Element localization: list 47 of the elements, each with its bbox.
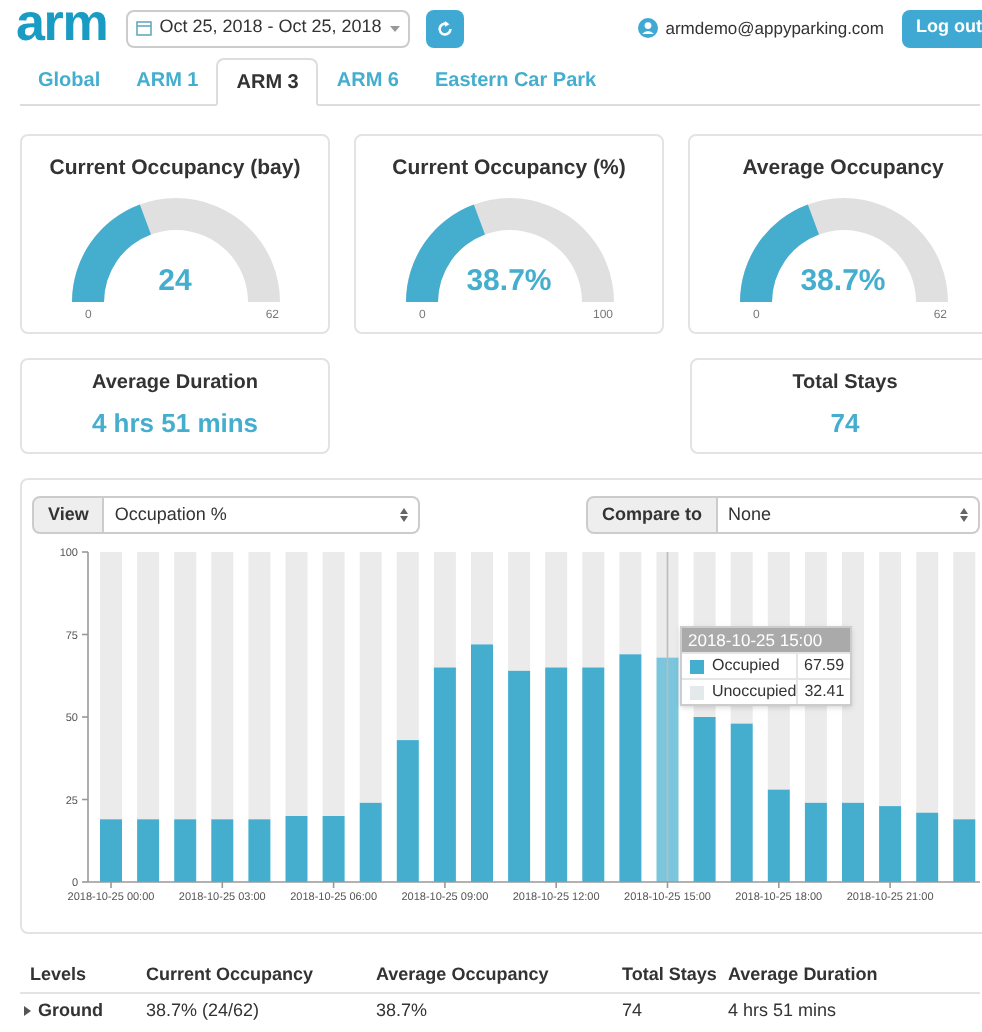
tooltip-title: 2018-10-25 15:00	[682, 628, 850, 652]
table-cell: Ground	[38, 1000, 103, 1022]
calendar-icon	[135, 20, 152, 36]
caret-right-icon[interactable]	[24, 1006, 32, 1016]
caret-icon	[389, 25, 400, 31]
tab[interactable]: ARM 1	[118, 58, 217, 104]
compare-label: Compare to	[585, 496, 718, 534]
gauge-value: 24	[156, 261, 194, 302]
select-arrows-icon	[960, 508, 968, 522]
refresh-icon	[435, 19, 454, 37]
logout-button[interactable]: Log out	[902, 9, 982, 47]
column-header: Average Duration	[728, 964, 880, 986]
compare-select[interactable]: None	[718, 496, 980, 534]
tooltip-value: 67.59	[796, 654, 850, 678]
tab[interactable]: ARM 3	[216, 58, 319, 106]
column-header: Levels	[28, 964, 89, 986]
tooltip-label: Unoccupied	[711, 680, 797, 704]
tab[interactable]: Global	[20, 58, 119, 104]
card-title: Average Duration	[92, 370, 258, 399]
card-title: Average Occupancy	[742, 154, 944, 184]
card-title: Current Occupancy (%)	[392, 154, 626, 184]
refresh-button[interactable]	[425, 9, 464, 47]
column-header: Current Occupancy	[146, 964, 316, 986]
user-icon	[637, 18, 658, 38]
gauge-value: 38.7%	[798, 261, 888, 302]
column-header: Average Occupancy	[376, 964, 551, 986]
tab[interactable]: Eastern Car Park	[417, 58, 615, 104]
tooltip-value: 32.41	[796, 680, 850, 704]
date-range-picker[interactable]: Oct 25, 2018 - Oct 25, 2018	[125, 9, 410, 47]
user-email: armdemo@appyparking.com	[665, 15, 884, 41]
view-label: View	[32, 496, 105, 534]
stat-value: 4 hrs 51 mins	[91, 406, 259, 443]
column-header: Total Stays	[622, 964, 719, 986]
logo: arm	[16, 0, 108, 48]
table-cell: 38.7% (24/62)	[146, 1000, 260, 1022]
stat-value: 74	[830, 406, 860, 443]
table-cell: 38.7%	[376, 1000, 428, 1022]
chart-bar	[396, 740, 419, 882]
table-cell: 74	[622, 1000, 643, 1022]
tooltip-label: Occupied	[712, 654, 782, 678]
card-title: Total Stays	[792, 370, 898, 399]
card-title: Current Occupancy (bay)	[49, 154, 301, 184]
view-select[interactable]: Occupation %	[104, 496, 421, 534]
gauge-value: 38.7%	[464, 261, 554, 302]
table-cell: 4 hrs 51 mins	[728, 1000, 837, 1022]
select-arrows-icon	[400, 508, 409, 522]
tab[interactable]: ARM 6	[318, 58, 417, 104]
